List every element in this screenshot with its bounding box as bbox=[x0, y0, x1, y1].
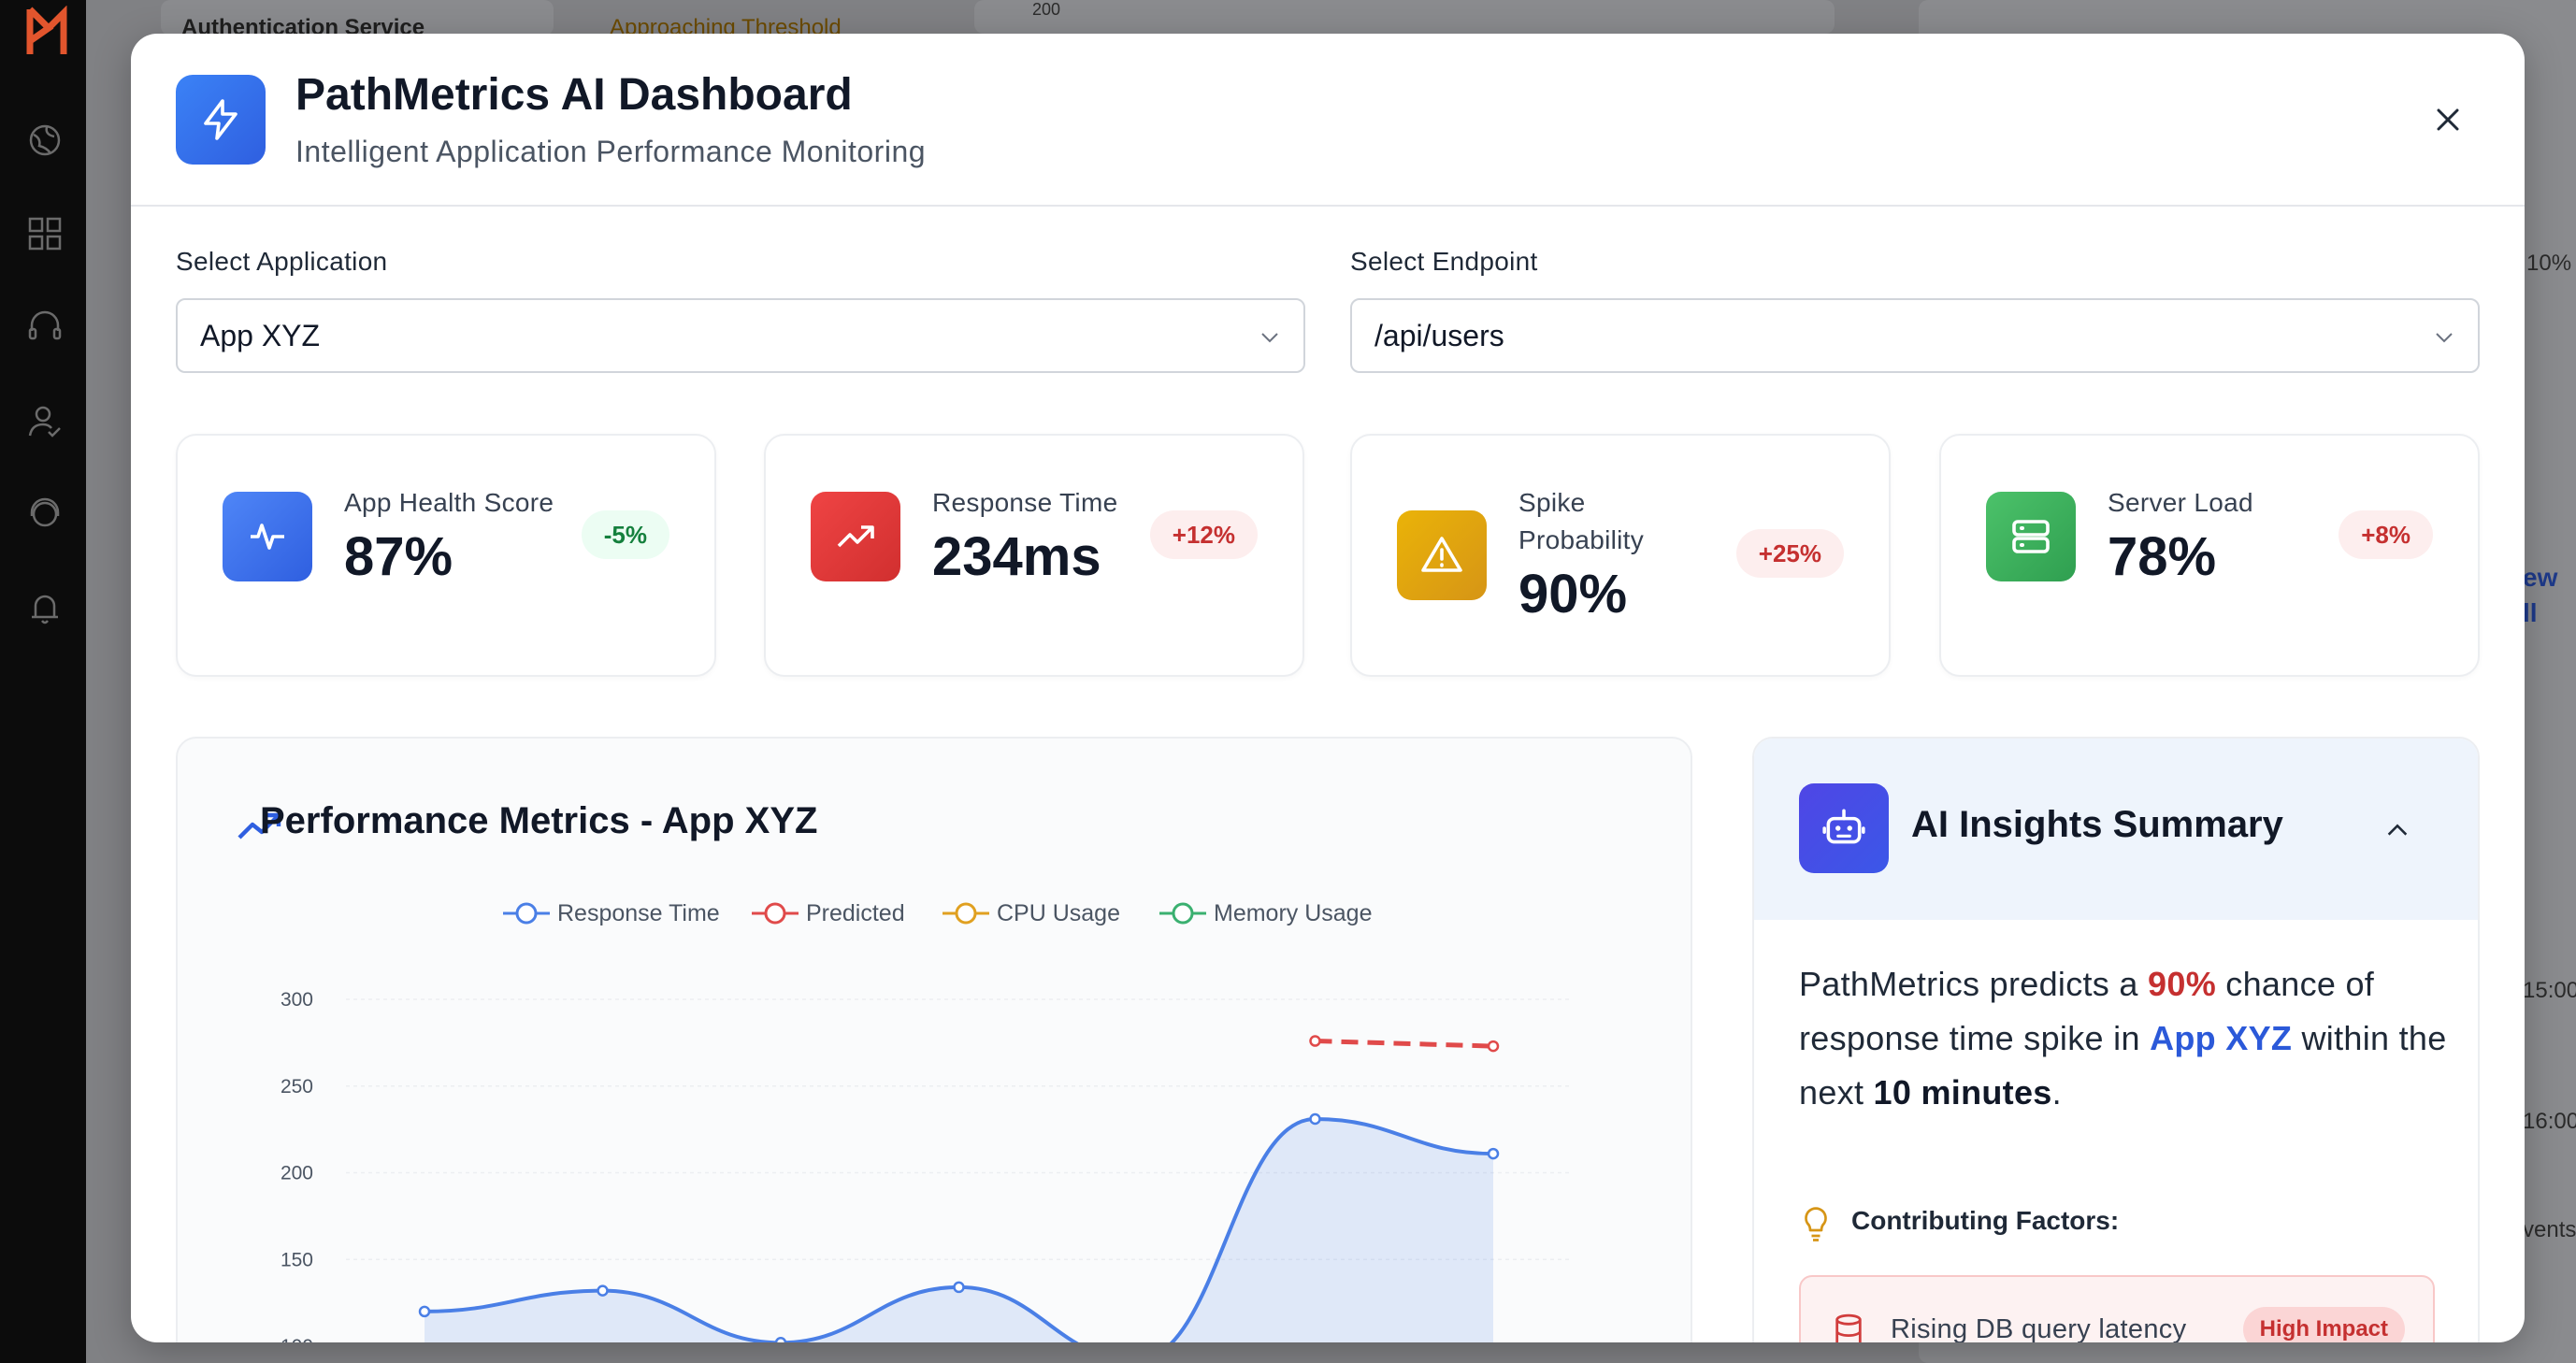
bg-right-link-2[interactable]: ll bbox=[2523, 598, 2538, 628]
bg-time-1: 15:00 bbox=[2523, 978, 2576, 1003]
contributing-factors-label: Contributing Factors: bbox=[1851, 1206, 2120, 1235]
chevron-down-icon bbox=[2436, 333, 2453, 343]
kpi-value: 78% bbox=[2108, 526, 2217, 587]
y-tick-label: 300 bbox=[281, 989, 313, 1011]
ai-insights-header[interactable]: AI Insights Summary bbox=[1754, 739, 2478, 920]
response-time-point[interactable] bbox=[774, 1337, 787, 1342]
ai-text-part: . bbox=[2051, 1073, 2062, 1112]
database-icon bbox=[1835, 1313, 1862, 1342]
kpi-change-badge: +25% bbox=[1735, 529, 1844, 578]
ai-text-time: 10 minutes bbox=[1873, 1073, 2052, 1112]
user-check-icon[interactable] bbox=[26, 402, 64, 439]
predicted-line bbox=[1315, 1039, 1494, 1049]
ai-insights-text: PathMetrics predicts a 90% chance of res… bbox=[1799, 957, 2454, 1120]
dashboard-modal: PathMetrics AI Dashboard Intelligent App… bbox=[131, 34, 2525, 1342]
lightbulb-icon bbox=[1805, 1207, 1827, 1241]
globe-icon[interactable] bbox=[26, 122, 64, 159]
bg-time-2: 16:00 bbox=[2523, 1109, 2576, 1134]
ai-text-part: PathMetrics predicts a bbox=[1799, 965, 2149, 1003]
factor-row: Rising DB query latency High Impact bbox=[1799, 1275, 2435, 1342]
bell-icon[interactable] bbox=[26, 589, 64, 626]
bg-right-percent: 10% bbox=[2526, 251, 2572, 276]
kpi-change-badge: +8% bbox=[2339, 510, 2433, 559]
bg-events: vents bbox=[2523, 1217, 2576, 1242]
headset-icon[interactable] bbox=[26, 308, 64, 346]
y-tick-label: 100 bbox=[281, 1336, 313, 1342]
close-icon[interactable] bbox=[2435, 107, 2461, 133]
chevron-up-icon[interactable] bbox=[2384, 817, 2411, 843]
app-sidebar bbox=[0, 0, 86, 1363]
impact-badge: High Impact bbox=[2242, 1307, 2405, 1342]
response-time-area bbox=[425, 1118, 1493, 1342]
response-time-point[interactable] bbox=[418, 1305, 431, 1318]
performance-line-chart: 300 250 200 150 100 bbox=[281, 989, 1571, 1342]
y-tick-label: 250 bbox=[281, 1076, 313, 1098]
response-time-point[interactable] bbox=[953, 1281, 965, 1294]
kpi-label: Server Load bbox=[2108, 488, 2253, 517]
predicted-point[interactable] bbox=[1309, 1035, 1321, 1047]
y-tick-label: 150 bbox=[281, 1249, 313, 1270]
ai-text-app: App XYZ bbox=[2150, 1019, 2293, 1057]
grid-icon[interactable] bbox=[26, 215, 64, 252]
ai-text-probability: 90% bbox=[2148, 965, 2216, 1003]
ai-insights-title: AI Insights Summary bbox=[1911, 804, 2283, 845]
close-button[interactable] bbox=[2429, 101, 2467, 138]
kpi-card-server-load: Server Load 78% +8% bbox=[1939, 434, 2480, 677]
factor-label: Rising DB query latency bbox=[1891, 1314, 2187, 1342]
ai-insights-card: AI Insights Summary PathMetrics predicts… bbox=[1752, 737, 2480, 1342]
support-agent-icon[interactable] bbox=[26, 495, 64, 533]
server-icon bbox=[1986, 492, 2076, 581]
robot-icon bbox=[1799, 783, 1889, 873]
bg-chart-card bbox=[974, 0, 1835, 34]
response-time-point[interactable] bbox=[597, 1284, 609, 1297]
response-time-point[interactable] bbox=[1309, 1112, 1321, 1126]
y-tick-label: 200 bbox=[281, 1163, 313, 1184]
response-time-point[interactable] bbox=[1487, 1147, 1500, 1160]
bg-right-link-1[interactable]: ew bbox=[2523, 563, 2557, 593]
bg-axis-tick: 200 bbox=[1032, 0, 1061, 19]
pathmetrics-logo-icon bbox=[26, 6, 67, 54]
predicted-point[interactable] bbox=[1487, 1040, 1500, 1053]
